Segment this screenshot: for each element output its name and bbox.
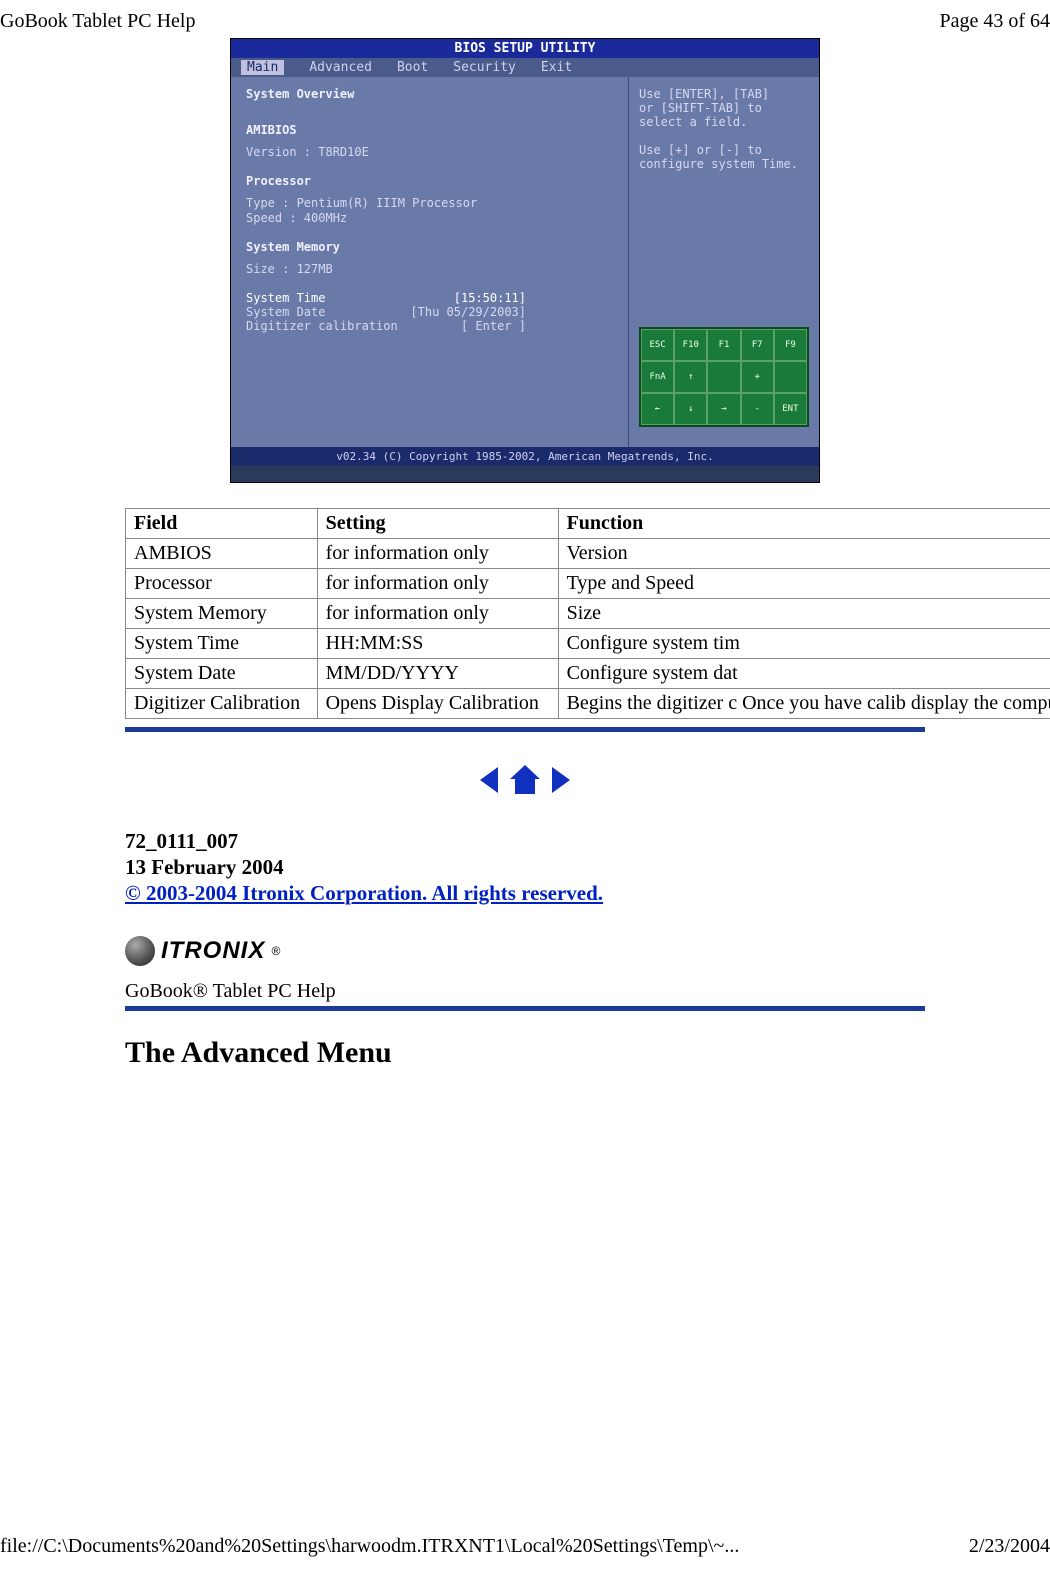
- bios-pspeed: Speed : 400MHz: [246, 211, 613, 225]
- td: MM/DD/YYYY: [317, 659, 558, 689]
- td: Opens Display Calibration: [317, 689, 558, 719]
- td: Version: [558, 539, 1050, 569]
- fields-table: Field Setting Function AMBIOS for inform…: [125, 508, 1050, 719]
- bios-processor: Processor: [246, 174, 613, 188]
- divider: [125, 727, 925, 732]
- table-row: AMBIOS for information only Version: [126, 539, 1050, 569]
- bios-help5: configure system Time.: [639, 157, 809, 171]
- bios-menu-advanced: Advanced: [309, 60, 372, 75]
- bios-sysmem: System Memory: [246, 240, 613, 254]
- bios-menu-boot: Boot: [397, 60, 428, 75]
- key: ENT: [774, 393, 807, 425]
- table-row: System Date MM/DD/YYYY Configure system …: [126, 659, 1050, 689]
- nav-home-icon[interactable]: [507, 762, 543, 798]
- bios-sysdate-val: [Thu 05/29/2003]: [410, 305, 526, 319]
- bios-menu-main: Main: [241, 60, 284, 75]
- doc-id: 72_0111_007: [125, 828, 925, 854]
- globe-icon: [125, 936, 155, 966]
- bios-keygrid: ESC F10 F1 F7 F9 FnA ↑ + ← ↓ → - ENT: [639, 327, 809, 427]
- td: Processor: [126, 569, 318, 599]
- td: System Date: [126, 659, 318, 689]
- itronix-logo: ITRONIX ®: [125, 936, 281, 966]
- bios-title: BIOS SETUP UTILITY: [231, 39, 819, 58]
- bios-size: Size : 127MB: [246, 262, 613, 276]
- td: for information only: [317, 569, 558, 599]
- td: for information only: [317, 599, 558, 629]
- logo-row: ITRONIX ®: [125, 936, 925, 972]
- bios-digi-val: [ Enter ]: [461, 319, 526, 333]
- key: F7: [741, 329, 774, 361]
- doc-date: 13 February 2004: [125, 854, 925, 880]
- header-left: GoBook Tablet PC Help: [0, 10, 195, 33]
- key: [707, 361, 740, 393]
- bios-digi: Digitizer calibration: [246, 319, 398, 333]
- nav-next-icon[interactable]: [548, 763, 576, 797]
- footer-path: file://C:\Documents%20and%20Settings\har…: [0, 1535, 739, 1558]
- copyright-link[interactable]: © 2003-2004 Itronix Corporation. All rig…: [125, 881, 603, 905]
- bios-menu-security: Security: [453, 60, 516, 75]
- bios-menu-exit: Exit: [541, 60, 572, 75]
- key: F9: [774, 329, 807, 361]
- td: Configure system tim: [558, 629, 1050, 659]
- td: Size: [558, 599, 1050, 629]
- bios-version: Version : T8RD10E: [246, 145, 613, 159]
- page-footer: file://C:\Documents%20and%20Settings\har…: [0, 1535, 1050, 1558]
- table-row: System Memory for information only Size: [126, 599, 1050, 629]
- th-setting: Setting: [317, 509, 558, 539]
- th-field: Field: [126, 509, 318, 539]
- footer-date: 2/23/2004: [969, 1535, 1050, 1558]
- nav-prev-icon[interactable]: [474, 763, 502, 797]
- bios-left-panel: System Overview AMIBIOS Version : T8RD10…: [231, 77, 629, 447]
- bios-help1: Use [ENTER], [TAB]: [639, 87, 809, 101]
- td: System Memory: [126, 599, 318, 629]
- bios-systime-val: [15:50:11]: [454, 291, 526, 305]
- key: →: [707, 393, 740, 425]
- td: Begins the digitizer c Once you have cal…: [558, 689, 1050, 719]
- key: -: [741, 393, 774, 425]
- key: FnA: [641, 361, 674, 393]
- logo-text: ITRONIX: [161, 937, 265, 965]
- bios-screenshot: BIOS SETUP UTILITY Main Advanced Boot Se…: [230, 38, 820, 483]
- td: Type and Speed: [558, 569, 1050, 599]
- key: [774, 361, 807, 393]
- td: AMBIOS: [126, 539, 318, 569]
- bios-help3: select a field.: [639, 115, 809, 129]
- bios-ptype: Type : Pentium(R) IIIM Processor: [246, 196, 613, 210]
- header-right: Page 43 of 64: [939, 10, 1050, 33]
- td: System Time: [126, 629, 318, 659]
- divider: [125, 1006, 925, 1011]
- table-header-row: Field Setting Function: [126, 509, 1050, 539]
- subtitle: GoBook® Tablet PC Help: [125, 980, 925, 1003]
- section-heading: The Advanced Menu: [125, 1036, 925, 1070]
- table-row: Digitizer Calibration Opens Display Cali…: [126, 689, 1050, 719]
- bios-systime: System Time: [246, 291, 325, 305]
- key: F10: [674, 329, 707, 361]
- reg-mark: ®: [271, 944, 281, 958]
- key: ←: [641, 393, 674, 425]
- td: Digitizer Calibration: [126, 689, 318, 719]
- key: +: [741, 361, 774, 393]
- td: Configure system dat: [558, 659, 1050, 689]
- table-row: System Time HH:MM:SS Configure system ti…: [126, 629, 1050, 659]
- key: ESC: [641, 329, 674, 361]
- bios-menubar: Main Advanced Boot Security Exit: [231, 58, 819, 77]
- th-function: Function: [558, 509, 1050, 539]
- key: ↑: [674, 361, 707, 393]
- bios-help4: Use [+] or [-] to: [639, 143, 809, 157]
- td: for information only: [317, 539, 558, 569]
- bios-right-panel: Use [ENTER], [TAB] or [SHIFT-TAB] to sel…: [629, 77, 819, 447]
- table-row: Processor for information only Type and …: [126, 569, 1050, 599]
- key: F1: [707, 329, 740, 361]
- page-header: GoBook Tablet PC Help Page 43 of 64: [0, 0, 1050, 38]
- bios-help2: or [SHIFT-TAB] to: [639, 101, 809, 115]
- key: ↓: [674, 393, 707, 425]
- nav-icons: [125, 762, 925, 798]
- bios-footer: v02.34 (C) Copyright 1985-2002, American…: [231, 447, 819, 466]
- bios-amibios: AMIBIOS: [246, 123, 613, 137]
- bios-sysdate: System Date: [246, 305, 325, 319]
- bios-overview: System Overview: [246, 87, 613, 101]
- td: HH:MM:SS: [317, 629, 558, 659]
